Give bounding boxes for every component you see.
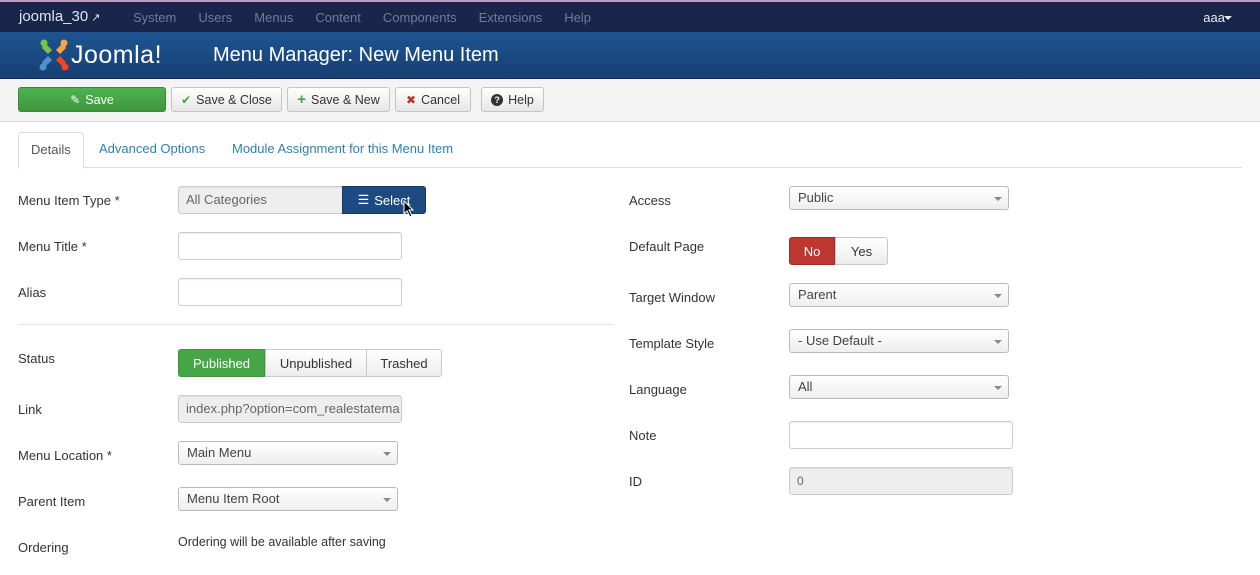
- check-icon: ✔: [181, 92, 192, 107]
- question-icon: ?: [491, 93, 504, 106]
- menu-menus[interactable]: Menus: [254, 10, 293, 25]
- tab-module-assignment[interactable]: Module Assignment for this Menu Item: [220, 132, 465, 168]
- site-link[interactable]: joomla_30 ↗: [19, 8, 100, 25]
- ordering-label: Ordering: [18, 540, 69, 555]
- alias-input[interactable]: [178, 278, 402, 306]
- save-label: Save: [85, 92, 114, 107]
- language-select[interactable]: All: [789, 375, 1009, 399]
- chevron-down-icon: [994, 197, 1002, 201]
- menu-content[interactable]: Content: [315, 10, 361, 25]
- user-menu[interactable]: aaa: [1203, 10, 1225, 25]
- menu-extensions[interactable]: Extensions: [479, 10, 543, 25]
- help-label: Help: [508, 92, 534, 107]
- note-input[interactable]: [789, 421, 1013, 449]
- target-window-value: Parent: [798, 287, 837, 302]
- access-select[interactable]: Public: [789, 186, 1009, 210]
- cancel-label: Cancel: [421, 92, 460, 107]
- top-navbar: joomla_30 ↗ System Users Menus Content Co…: [0, 0, 1260, 32]
- template-style-label: Template Style: [629, 336, 715, 351]
- status-unpublished-button[interactable]: Unpublished: [265, 349, 367, 377]
- menu-help[interactable]: Help: [564, 10, 591, 25]
- menu-location-label: Menu Location *: [18, 448, 112, 463]
- menu-item-type-field: All Categories: [178, 186, 344, 214]
- default-page-no-button[interactable]: No: [789, 237, 835, 265]
- alias-label: Alias: [18, 285, 47, 300]
- joomla-logo-icon: [39, 39, 69, 71]
- plus-icon: +: [297, 91, 306, 108]
- menu-title-input[interactable]: [178, 232, 402, 260]
- save-button[interactable]: ✎ Save: [18, 87, 166, 112]
- page-header: Joomla! Menu Manager: New Menu Item: [0, 32, 1260, 79]
- caret-down-icon[interactable]: [1224, 16, 1232, 20]
- chevron-down-icon: [994, 294, 1002, 298]
- parent-item-select[interactable]: Menu Item Root: [178, 487, 398, 511]
- menu-title-label: Menu Title *: [18, 239, 87, 254]
- access-value: Public: [798, 190, 834, 205]
- ordering-text: Ordering will be available after saving: [178, 535, 386, 549]
- mouse-cursor-icon: [403, 200, 415, 218]
- status-published-button[interactable]: Published: [178, 349, 265, 377]
- status-trashed-button[interactable]: Trashed: [366, 349, 442, 377]
- tab-bar: Details Advanced Options Module Assignme…: [18, 132, 1242, 169]
- tab-details[interactable]: Details: [18, 132, 84, 169]
- section-divider: [18, 324, 614, 325]
- menu-location-value: Main Menu: [187, 445, 252, 460]
- help-button[interactable]: ? Help: [481, 87, 544, 112]
- save-close-label: Save & Close: [196, 92, 272, 107]
- language-value: All: [798, 379, 813, 394]
- chevron-down-icon: [383, 452, 391, 456]
- chevron-down-icon: [994, 386, 1002, 390]
- joomla-logo: Joomla!: [38, 38, 183, 72]
- external-link-icon: ↗: [91, 12, 101, 24]
- link-field: index.php?option=com_realestatema: [178, 395, 402, 423]
- site-name: joomla_30: [19, 8, 89, 25]
- cancel-circle-icon: ✖: [406, 92, 417, 107]
- parent-item-value: Menu Item Root: [187, 491, 280, 506]
- menu-item-type-label: Menu Item Type *: [18, 193, 120, 208]
- id-field: 0: [789, 467, 1013, 495]
- default-page-label: Default Page: [629, 239, 705, 254]
- access-label: Access: [629, 193, 671, 208]
- parent-item-label: Parent Item: [18, 494, 86, 509]
- link-label: Link: [18, 402, 42, 417]
- status-label: Status: [18, 351, 55, 366]
- default-page-yes-button[interactable]: Yes: [835, 237, 888, 265]
- page-title: Menu Manager: New Menu Item: [213, 44, 499, 66]
- chevron-down-icon: [994, 340, 1002, 344]
- target-window-select[interactable]: Parent: [789, 283, 1009, 307]
- id-label: ID: [629, 474, 642, 489]
- menu-location-select[interactable]: Main Menu: [178, 441, 398, 465]
- language-label: Language: [629, 382, 687, 397]
- template-style-value: - Use Default -: [798, 333, 882, 348]
- cancel-button[interactable]: ✖ Cancel: [395, 87, 471, 112]
- save-new-label: Save & New: [310, 92, 380, 107]
- template-style-select[interactable]: - Use Default -: [789, 329, 1009, 353]
- note-label: Note: [629, 428, 657, 443]
- save-close-button[interactable]: ✔ Save & Close: [171, 87, 282, 112]
- edit-icon: ✎: [70, 92, 81, 107]
- menu-system[interactable]: System: [133, 10, 176, 25]
- tab-advanced-options[interactable]: Advanced Options: [87, 132, 217, 168]
- list-icon: ☰: [357, 192, 370, 207]
- admin-menu: System Users Menus Content Components Ex…: [133, 10, 613, 25]
- menu-users[interactable]: Users: [198, 10, 232, 25]
- save-new-button[interactable]: + Save & New: [287, 87, 390, 112]
- chevron-down-icon: [383, 498, 391, 502]
- menu-components[interactable]: Components: [383, 10, 457, 25]
- logo-text: Joomla!: [71, 41, 163, 69]
- toolbar: ✎ Save ✔ Save & Close + Save & New ✖ Can…: [0, 79, 1260, 122]
- target-window-label: Target Window: [629, 290, 715, 305]
